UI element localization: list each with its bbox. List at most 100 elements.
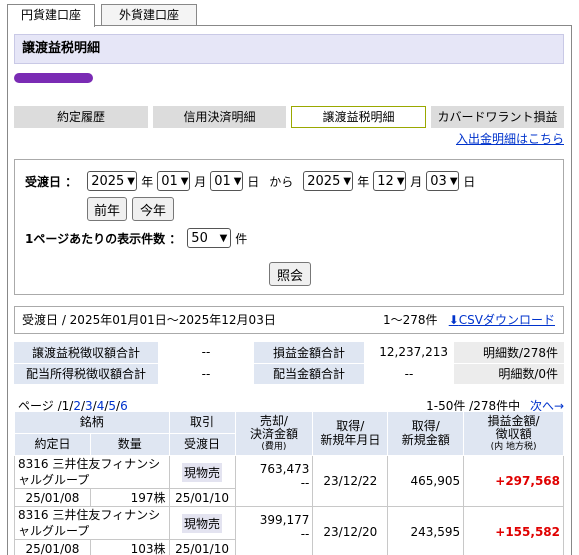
prev-year-button[interactable]: 前年 [87, 197, 127, 221]
pl-total-value: 12,237,213 [364, 342, 454, 364]
per-page-select[interactable]: 50 ▼ [187, 228, 232, 248]
qty-cell: 103株 [89, 539, 170, 555]
page-title: 譲渡益税明細 [14, 34, 564, 64]
this-year-button[interactable]: 今年 [132, 197, 174, 221]
col-acq-amount: 取得/ 新規金額 [387, 411, 465, 456]
chevron-down-icon: ▼ [233, 175, 242, 187]
to-month-select[interactable]: 12 ▼ [373, 171, 407, 191]
chevron-down-icon: ▼ [219, 232, 228, 244]
col-pl-1: 損益金額/ [487, 413, 540, 428]
tax-total-header: 譲渡益税徴収額合計 [14, 342, 158, 364]
kara-text: から [269, 174, 294, 189]
from-year-select[interactable]: 2025 ▼ [87, 171, 138, 191]
col-sell-3: (費用) [261, 442, 287, 453]
sell-value: 399,177 [259, 513, 310, 528]
dividend-total-value: -- [364, 363, 454, 385]
col-sell-2: 決済金額 [249, 427, 298, 442]
nav-capital-gains-tax[interactable]: 譲渡益税明細 [291, 106, 426, 128]
unit-month: 月 [410, 174, 423, 189]
nav-covered-warrant[interactable]: カバードワラント損益 [431, 106, 564, 128]
per-page-unit: 件 [235, 231, 248, 246]
sub-navigation: 約定履歴 信用決済明細 譲渡益税明細 カバードワラント損益 [14, 106, 564, 128]
sell-cell: 763,473 -- [234, 454, 314, 508]
account-tabs: 円貨建口座 外貨建口座 [7, 4, 572, 27]
nav-margin-settlement[interactable]: 信用決済明細 [153, 106, 286, 128]
chevron-down-icon: ▼ [127, 175, 135, 187]
col-pl-3: (内 地方税) [490, 442, 537, 453]
deposit-history-link[interactable]: 入出金明細はこちら [456, 130, 564, 147]
acq-amount-cell: 465,905 [387, 454, 465, 508]
pl-total-header: 損益金額合計 [254, 342, 364, 364]
to-year-select[interactable]: 2025 ▼ [303, 171, 354, 191]
tax-total-value: -- [158, 342, 254, 364]
trade-tag: 現物売 [182, 513, 223, 533]
col-sell-amount: 売却/ 決済金額 (費用) [234, 411, 314, 456]
pl-cell: +155,582 [463, 506, 564, 555]
search-form: 受渡日 ： 2025 ▼ 年 01 ▼ 月 01 ▼ 日 から 2025 ▼ 年 12 ▼… [14, 159, 564, 295]
result-count: 1～278件 [383, 313, 438, 327]
col-pl: 損益金額/ 徴収額 (内 地方税) [463, 411, 564, 456]
dividend-tax-total-value: -- [158, 363, 254, 385]
range-text: 受渡日 / 2025年01月01日～2025年12月03日 [22, 313, 276, 327]
dividend-detail-count: 明細数/0件 [454, 363, 564, 385]
detail-table: 銘柄 取引 売却/ 決済金額 (費用) 取得/ 新規年月日 取得/ 新規金額 損… [14, 411, 564, 555]
detail-count: 明細数/278件 [454, 342, 564, 364]
nav-trade-history[interactable]: 約定履歴 [14, 106, 148, 128]
download-icon: ⬇ [448, 313, 459, 327]
col-delivery-date: 受渡日 [168, 433, 236, 456]
acq-date-cell: 23/12/22 [312, 454, 389, 508]
decorative-bar [14, 73, 93, 83]
unit-month: 月 [194, 174, 207, 189]
chevron-down-icon: ▼ [449, 175, 458, 187]
tab-foreign-account[interactable]: 外貨建口座 [101, 4, 197, 26]
to-day-select[interactable]: 03 ▼ [426, 171, 460, 191]
unit-day: 日 [463, 174, 476, 189]
trade-cell: 現物売 [168, 454, 236, 490]
query-button[interactable]: 照会 [269, 262, 311, 286]
from-day-select[interactable]: 01 ▼ [210, 171, 244, 191]
dividend-tax-total-header: 配当所得税徴収額合計 [14, 363, 158, 385]
sell-cell: 399,177 -- [234, 506, 314, 555]
brand-cell[interactable]: 8316 三井住友フィナンシャルグループ [14, 506, 170, 541]
col-pl-2: 徴収額 [495, 427, 532, 442]
col-qty: 数量 [89, 433, 170, 456]
summary-table: 譲渡益税徴収額合計 -- 損益金額合計 12,237,213 明細数/278件 … [14, 342, 564, 385]
unit-year: 年 [141, 174, 154, 189]
result-range-bar: 受渡日 / 2025年01月01日～2025年12月03日 1～278件 ⬇CS… [14, 306, 564, 334]
chevron-down-icon: ▼ [343, 175, 352, 187]
contract-date-cell: 25/01/08 [14, 539, 91, 555]
delivery-date-label: 受渡日 ： [25, 174, 78, 189]
col-acq-amt-1: 取得/ [411, 418, 440, 433]
tab-yen-account[interactable]: 円貨建口座 [7, 4, 95, 27]
col-trade: 取引 [168, 411, 236, 434]
brand-cell[interactable]: 8316 三井住友フィナンシャルグループ [14, 454, 170, 490]
chevron-down-icon: ▼ [396, 175, 405, 187]
per-page-label: 1ページあたりの表示件数 ： [25, 231, 182, 246]
trade-cell: 現物売 [168, 506, 236, 541]
acq-amount-cell: 243,595 [387, 506, 465, 555]
table-row: 8316 三井住友フィナンシャルグループ 現物売 399,177 -- 23/1… [14, 506, 564, 555]
col-contract-date: 約定日 [14, 433, 91, 456]
col-acq-date-1: 取得/ [336, 418, 365, 433]
contract-date-cell: 25/01/08 [14, 488, 91, 508]
acq-date-cell: 23/12/20 [312, 506, 389, 555]
unit-year: 年 [357, 174, 370, 189]
trade-tag: 現物売 [182, 462, 223, 482]
pl-cell: +297,568 [463, 454, 564, 508]
delivery-date-cell: 25/01/10 [168, 539, 236, 555]
from-month-select[interactable]: 01 ▼ [157, 171, 191, 191]
col-brand: 銘柄 [14, 411, 170, 434]
csv-download-link[interactable]: ⬇CSVダウンロード [449, 307, 555, 333]
col-acq-date-2: 新規年月日 [320, 432, 381, 447]
col-acq-amt-2: 新規金額 [401, 432, 450, 447]
table-row: 8316 三井住友フィナンシャルグループ 現物売 763,473 -- 23/1… [14, 454, 564, 508]
qty-cell: 197株 [89, 488, 170, 508]
dividend-total-header: 配当金額合計 [254, 363, 364, 385]
delivery-date-cell: 25/01/10 [168, 488, 236, 508]
unit-day: 日 [247, 174, 260, 189]
sell-value: 763,473 [259, 462, 310, 476]
chevron-down-icon: ▼ [180, 175, 189, 187]
col-acq-date: 取得/ 新規年月日 [312, 411, 389, 456]
cost-value: -- [300, 476, 310, 490]
cost-value: -- [300, 527, 310, 542]
